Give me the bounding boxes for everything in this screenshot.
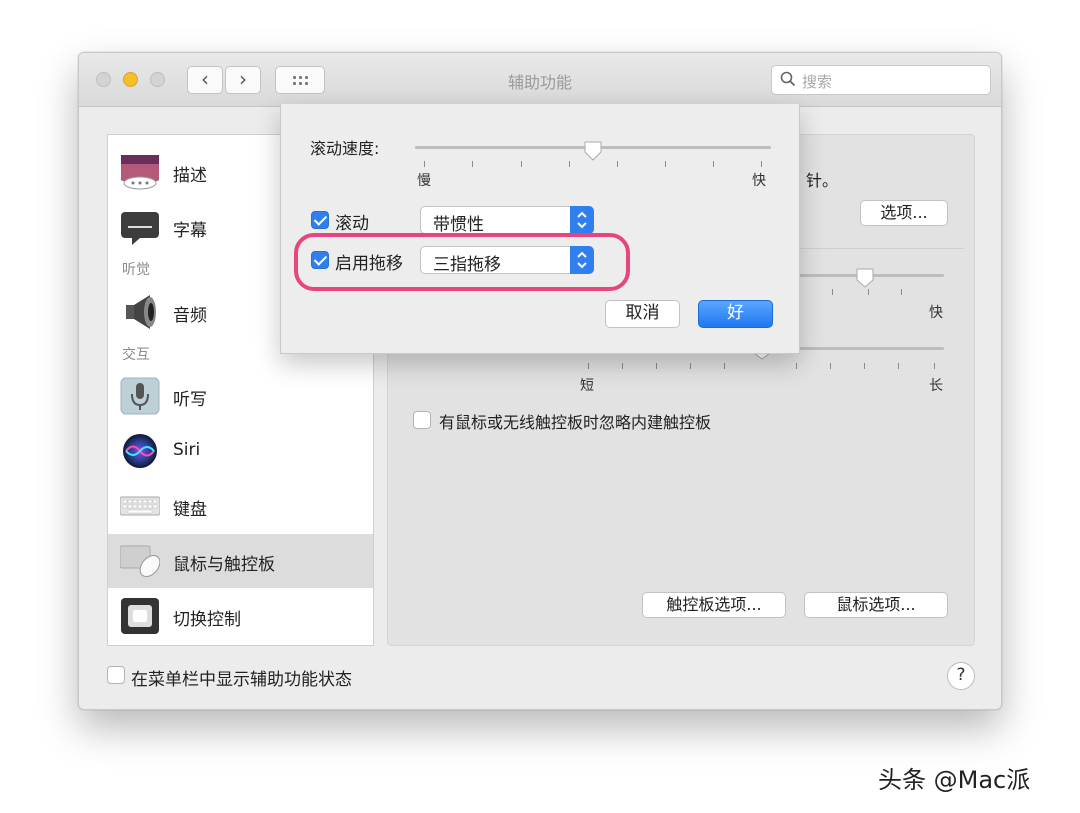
tick: [796, 363, 797, 369]
scroll-checkbox[interactable]: [311, 211, 329, 229]
show-status-checkbox[interactable]: [107, 666, 125, 684]
tick: [690, 363, 691, 369]
show-status-label: 在菜单栏中显示辅助功能状态: [131, 670, 352, 690]
sidebar-item-dictation[interactable]: 听写: [108, 369, 373, 423]
fast-label: 快: [752, 173, 766, 189]
scroll-mode-popup[interactable]: 带惯性: [420, 206, 594, 235]
search-icon: [780, 71, 796, 87]
speed-slider-knob[interactable]: [855, 268, 875, 288]
tick: [569, 161, 570, 167]
speed-fast-label: 快: [929, 305, 943, 321]
delay-short-label: 短: [580, 378, 594, 394]
sidebar-item-siri[interactable]: Siri: [108, 424, 373, 478]
tick: [713, 161, 714, 167]
sidebar-item-switch-control[interactable]: 切换控制: [108, 589, 373, 643]
ignore-trackpad-checkbox[interactable]: [413, 411, 431, 429]
tick: [830, 363, 831, 369]
ok-button[interactable]: 好: [698, 300, 773, 328]
sidebar-item-label: 键盘: [173, 500, 207, 520]
cancel-button[interactable]: 取消: [605, 300, 680, 328]
tick: [521, 161, 522, 167]
sidebar-item-keyboard[interactable]: 键盘: [108, 479, 373, 533]
scroll-speed-label: 滚动速度:: [310, 139, 380, 158]
sidebar-item-label: 音频: [173, 306, 207, 326]
tick: [622, 363, 623, 369]
drag-highlight-annotation: [294, 233, 630, 291]
siri-icon: [123, 434, 157, 468]
tick: [934, 363, 935, 369]
tick: [424, 161, 425, 167]
trackpad-options-button[interactable]: 触控板选项...: [642, 592, 786, 618]
microphone-icon: [120, 377, 160, 415]
sidebar-item-label: 字幕: [173, 221, 207, 241]
switch-control-icon: [121, 598, 159, 634]
section-interaction: 交互: [122, 347, 150, 363]
mouse-trackpad-icon: [120, 545, 160, 578]
sidebar-item-label: 描述: [173, 166, 207, 186]
trackpad-options-sheet: 滚动速度: 慢 快 滚动 带惯性 启用拖移 三指拖移 取消 好: [280, 104, 800, 354]
mouse-options-button[interactable]: 鼠标选项...: [804, 592, 948, 618]
tick: [617, 161, 618, 167]
partial-description: 针。: [806, 171, 839, 190]
tick: [588, 363, 589, 369]
search-field[interactable]: 搜索: [771, 65, 991, 95]
sidebar-item-label: 鼠标与触控板: [173, 555, 275, 575]
scroll-speed-knob[interactable]: [583, 141, 603, 161]
help-button[interactable]: ?: [947, 662, 975, 690]
tick: [656, 363, 657, 369]
tick: [898, 363, 899, 369]
tick: [868, 289, 869, 295]
tick: [864, 363, 865, 369]
sidebar-item-mouse-trackpad[interactable]: 鼠标与触控板: [108, 534, 373, 588]
delay-long-label: 长: [929, 378, 943, 394]
keyboard-icon: [120, 496, 160, 516]
watermark: 头条 @Mac派: [878, 766, 1031, 794]
title-bar: ‹ › 辅助功能 搜索: [79, 53, 1001, 107]
tick: [901, 289, 902, 295]
search-placeholder: 搜索: [802, 73, 833, 91]
tick: [832, 289, 833, 295]
description-icon: [121, 155, 159, 190]
tick: [724, 363, 725, 369]
ignore-trackpad-label: 有鼠标或无线触控板时忽略内建触控板: [439, 413, 712, 432]
popup-arrows-icon: [570, 206, 594, 234]
tick: [472, 161, 473, 167]
options-button[interactable]: 选项...: [860, 200, 948, 226]
sidebar-item-label: 听写: [173, 390, 207, 410]
scroll-label: 滚动: [335, 214, 369, 234]
captions-icon: [121, 212, 159, 245]
section-hearing: 听觉: [122, 262, 150, 278]
sidebar-item-label: 切换控制: [173, 610, 241, 630]
slow-label: 慢: [417, 173, 431, 189]
sidebar-item-label: Siri: [173, 440, 201, 460]
tick: [665, 161, 666, 167]
audio-icon: [126, 295, 156, 329]
scroll-mode-value: 带惯性: [433, 215, 484, 235]
tick: [761, 161, 762, 167]
